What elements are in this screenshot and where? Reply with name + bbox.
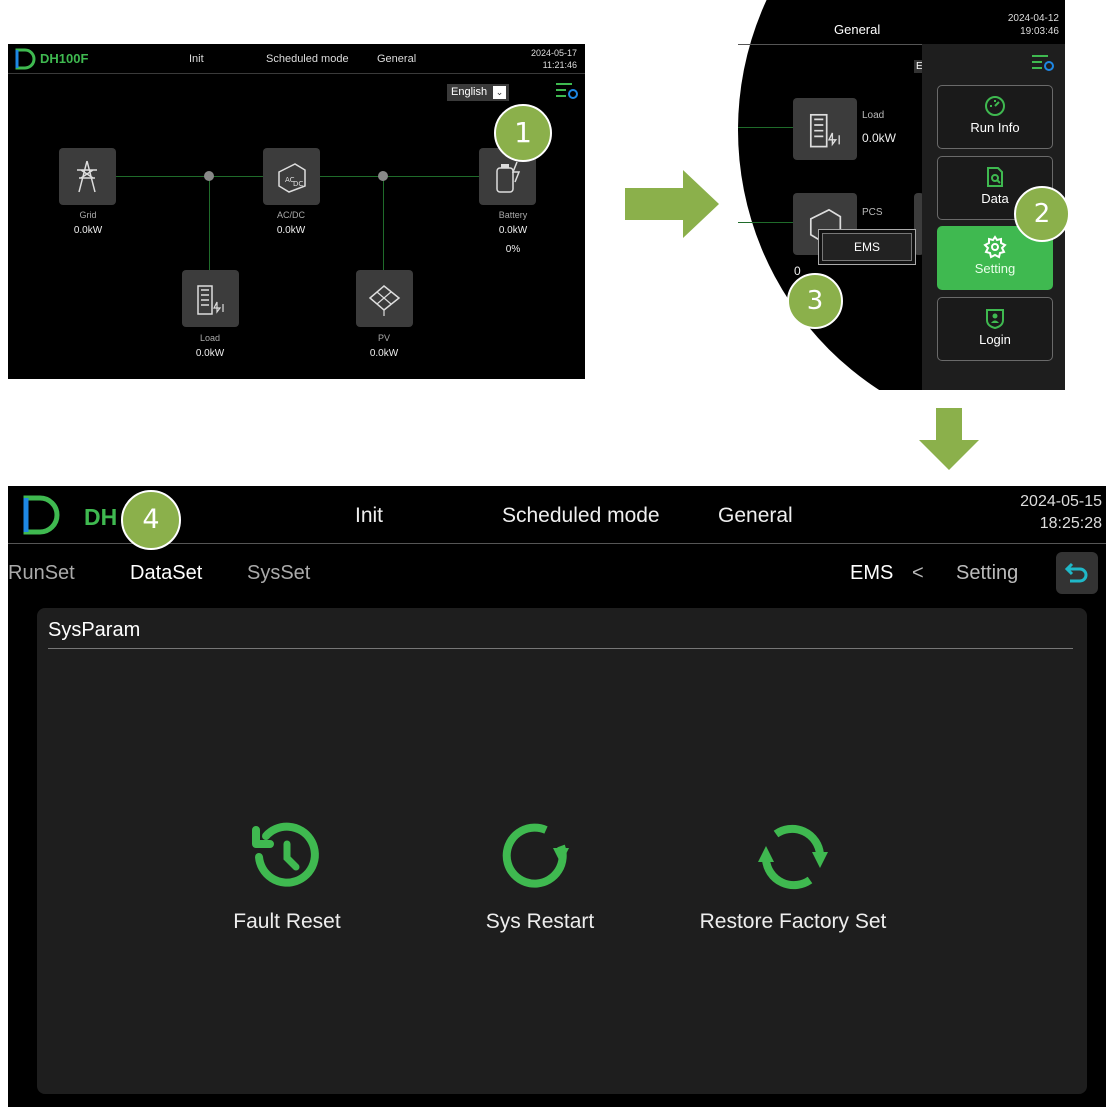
acdc-power: 0.0kW: [276, 225, 306, 236]
data-label: Data: [981, 191, 1009, 206]
sysparam-screen-panel: DH Init Scheduled mode General 2024-05-1…: [8, 486, 1106, 1107]
back-arrow-icon: [1064, 562, 1088, 583]
datetime: 2024-04-12 19:03:46: [1008, 12, 1059, 38]
load-power: 0.0kW: [195, 348, 225, 359]
breadcrumb-parent[interactable]: Setting: [956, 562, 1018, 585]
run-info-button[interactable]: Run Info: [937, 85, 1053, 149]
fault-reset-label: Fault Reset: [233, 910, 341, 933]
load-line: [738, 127, 794, 128]
battery-soc: 0%: [505, 244, 521, 255]
dh-logo-icon: [15, 48, 36, 70]
load-node[interactable]: [182, 270, 239, 327]
tab-bar: RunSet DataSet SysSet EMS < Setting: [8, 544, 1106, 604]
menu-settings-icon[interactable]: [1032, 54, 1054, 72]
menu-settings-icon[interactable]: [556, 82, 578, 100]
acdc-node[interactable]: AC DC: [263, 148, 320, 205]
status-text: Init: [355, 504, 384, 527]
level-text: General: [834, 22, 881, 37]
menu-zoom-panel: General 2024-04-12 19:03:46 E Load 0.0kW…: [738, 0, 1065, 390]
gear-icon: [983, 235, 1007, 259]
pcs-line: [738, 222, 794, 223]
load-node[interactable]: [793, 98, 857, 160]
sys-restart-label: Sys Restart: [485, 910, 595, 933]
battery-label: Battery: [498, 210, 528, 220]
brand-name: DH100F: [40, 51, 89, 66]
callout-4: 4: [121, 490, 181, 550]
datetime: 2024-05-15 18:25:28: [1020, 491, 1102, 535]
sync-icon: [758, 824, 828, 890]
tab-runset[interactable]: RunSet: [8, 562, 75, 585]
data-search-icon: [987, 167, 1003, 187]
fault-reset-button[interactable]: Fault Reset: [167, 818, 407, 934]
load-label: Load: [199, 333, 221, 343]
building-icon: [809, 113, 840, 148]
setting-label: Setting: [974, 261, 1016, 276]
solar-panel-icon: [368, 285, 401, 316]
status-text: Init: [189, 53, 204, 65]
pv-label: PV: [377, 333, 390, 343]
date-text: 2024-04-12: [1007, 13, 1059, 24]
level-text: General: [718, 504, 793, 527]
down-arrow-icon: [919, 408, 979, 470]
time-text: 11:21:46: [542, 60, 577, 70]
brand-name: DH: [84, 504, 118, 530]
grid-tower-icon: [77, 160, 97, 193]
breadcrumb-separator: <: [912, 562, 924, 584]
sys-restart-button[interactable]: Sys Restart: [420, 818, 660, 934]
user-shield-icon: [986, 309, 1004, 330]
battery-icon: [496, 161, 521, 193]
ems-popup: EMS: [818, 229, 916, 265]
grid-label: Grid: [79, 210, 97, 220]
pcs-power-partial: 0: [794, 264, 801, 278]
tab-sysset[interactable]: SysSet: [247, 562, 310, 585]
history-icon: [252, 822, 319, 887]
dh-logo-icon: [23, 495, 60, 535]
callout-2: 2: [1014, 186, 1070, 242]
login-button[interactable]: Login: [937, 297, 1053, 361]
battery-power: 0.0kW: [498, 225, 528, 236]
datetime: 2024-05-17 11:21:46: [531, 47, 577, 71]
sysparam-card: SysParam Fault Reset Sys Restart Restore…: [37, 608, 1087, 1094]
converter-icon: AC DC: [278, 163, 306, 193]
acdc-label: AC/DC: [276, 210, 305, 220]
date-text: 2024-05-17: [530, 48, 577, 58]
ems-option[interactable]: EMS: [822, 233, 912, 261]
callout-3: 3: [787, 273, 843, 329]
breadcrumb-current: EMS: [850, 562, 894, 584]
restart-icon: [502, 823, 569, 888]
home-screen-panel: DH100F Init Scheduled mode General 2024-…: [8, 44, 585, 379]
back-button[interactable]: [1056, 552, 1098, 594]
header-bar: DH100F Init Scheduled mode General 2024-…: [8, 44, 585, 74]
svg-text:DC: DC: [293, 180, 303, 188]
time-text: 19:03:46: [1020, 26, 1059, 37]
card-title: SysParam: [48, 619, 141, 641]
level-text: General: [377, 53, 417, 65]
language-select[interactable]: English ⌄: [447, 84, 509, 101]
pv-power: 0.0kW: [369, 348, 399, 359]
junction-dot: [204, 171, 214, 181]
building-icon: [197, 285, 224, 315]
tab-dataset[interactable]: DataSet: [130, 562, 202, 585]
chevron-down-icon: ⌄: [493, 86, 506, 99]
time-text: 18:25:28: [1039, 515, 1102, 532]
pv-node[interactable]: [356, 270, 413, 327]
mode-text: Scheduled mode: [502, 504, 660, 527]
restore-factory-label: Restore Factory Set: [699, 910, 887, 933]
language-value: English: [451, 86, 488, 98]
load-label: Load: [862, 110, 885, 121]
date-text: 2024-05-15: [1020, 493, 1102, 510]
gauge-icon: [985, 96, 1005, 116]
right-arrow-icon: [625, 170, 719, 238]
restore-factory-button[interactable]: Restore Factory Set: [673, 818, 913, 934]
run-info-label: Run Info: [970, 120, 1020, 135]
grid-power: 0.0kW: [73, 225, 103, 236]
load-power: 0.0kW: [862, 131, 897, 145]
pcs-label: PCS: [862, 207, 883, 218]
login-label: Login: [979, 332, 1011, 347]
junction-dot: [378, 171, 388, 181]
mode-text: Scheduled mode: [266, 53, 349, 65]
callout-1: 1: [494, 104, 552, 162]
card-divider: [48, 648, 1073, 649]
grid-node[interactable]: [59, 148, 116, 205]
